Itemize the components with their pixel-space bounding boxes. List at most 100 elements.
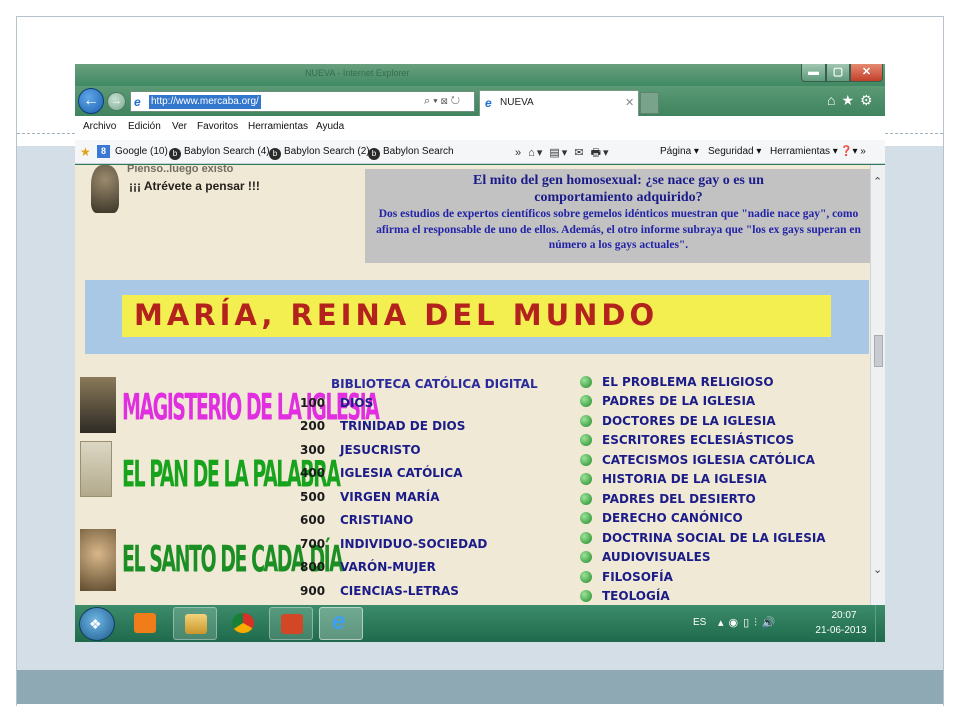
- biblioteca-item[interactable]: 200 TRINIDAD DE DIOS: [300, 419, 465, 433]
- close-button[interactable]: ✕: [850, 64, 883, 82]
- category-item[interactable]: DOCTORES DE LA IGLESIA: [580, 414, 776, 428]
- window-title: NUEVA - Internet Explorer: [305, 68, 410, 78]
- google-icon: 8: [97, 145, 110, 158]
- menu-archivo[interactable]: Archivo: [83, 121, 116, 132]
- taskbar-media-player[interactable]: [123, 607, 167, 640]
- santo-dia-image[interactable]: [80, 529, 116, 591]
- biblioteca-item[interactable]: 700 INDIVIDUO-SOCIEDAD: [300, 537, 487, 551]
- thinker-link[interactable]: ¡¡¡ Atrévete a pensar !!!: [129, 179, 260, 193]
- ie-page-icon: e: [134, 95, 141, 109]
- fav-label: Babylon Search: [383, 146, 454, 157]
- screenshot-window: NUEVA - Internet Explorer ▬ ▢ ✕ ← → e ht…: [75, 64, 885, 642]
- biblioteca-item[interactable]: 100 DIOS: [300, 396, 373, 410]
- green-bullet-icon: [580, 512, 592, 524]
- back-button[interactable]: ←: [78, 88, 104, 114]
- scroll-thumb[interactable]: [874, 335, 883, 367]
- category-item[interactable]: AUDIOVISUALES: [580, 550, 711, 564]
- taskbar-powerpoint[interactable]: [269, 607, 313, 640]
- slide-frame-top: [16, 16, 944, 17]
- banner[interactable]: MARÍA, REINA DEL MUNDO: [85, 280, 869, 354]
- biblioteca-item[interactable]: 600 CRISTIANO: [300, 513, 413, 527]
- address-input[interactable]: http://www.mercaba.org/: [149, 95, 261, 109]
- green-bullet-icon: [580, 532, 592, 544]
- category-item[interactable]: DOCTRINA SOCIAL DE LA IGLESIA: [580, 531, 826, 545]
- green-bullet-icon: [580, 415, 592, 427]
- window-titlebar: NUEVA - Internet Explorer ▬ ▢ ✕: [75, 64, 885, 86]
- tab-nueva[interactable]: e NUEVA ✕: [479, 90, 639, 116]
- fav-babylon-4[interactable]: b Babylon Search (4): [169, 146, 270, 160]
- taskbar-chrome[interactable]: [221, 607, 265, 640]
- category-item[interactable]: EL PROBLEMA RELIGIOSO: [580, 375, 774, 389]
- green-bullet-icon: [580, 434, 592, 446]
- pan-palabra-image[interactable]: [80, 441, 112, 497]
- biblioteca-header[interactable]: BIBLIOTECA CATÓLICA DIGITAL: [331, 377, 538, 391]
- category-item[interactable]: PADRES DEL DESIERTO: [580, 492, 756, 506]
- web-page-content: Pienso..luego existo ¡¡¡ Atrévete a pens…: [75, 165, 870, 605]
- scroll-up-icon[interactable]: ⌃: [873, 175, 882, 188]
- help-icon[interactable]: ❓▾ »: [840, 146, 866, 157]
- chrome-icon: [232, 613, 254, 633]
- green-bullet-icon: [580, 376, 592, 388]
- category-item[interactable]: PADRES DE LA IGLESIA: [580, 394, 755, 408]
- home-favorites-settings-icons[interactable]: ⌂★⚙: [827, 92, 879, 109]
- vertical-scrollbar[interactable]: ⌃ ⌄: [870, 165, 885, 605]
- green-bullet-icon: [580, 590, 592, 602]
- news-title[interactable]: El mito del gen homosexual: ¿se nace gay…: [365, 172, 870, 206]
- menu-favoritos[interactable]: Favoritos: [197, 121, 238, 132]
- fav-google[interactable]: Google (10): [115, 146, 168, 157]
- start-button[interactable]: ❖: [79, 607, 115, 641]
- category-item[interactable]: CATECISMOS IGLESIA CATÓLICA: [580, 453, 815, 467]
- scroll-down-icon[interactable]: ⌄: [873, 563, 882, 576]
- folder-icon: [185, 614, 207, 634]
- command-bar-icons[interactable]: » ⌂▾ ▤▾ ✉ 🖶▾: [515, 144, 611, 163]
- arrow-right-icon: →: [111, 95, 122, 107]
- fav-babylon[interactable]: b Babylon Search: [368, 146, 454, 160]
- tab-close-icon[interactable]: ✕: [625, 96, 634, 109]
- tray-time[interactable]: 20:07: [819, 610, 869, 621]
- taskbar-explorer[interactable]: [173, 607, 217, 640]
- favorites-star-icon[interactable]: ★: [80, 145, 91, 159]
- menu-ayuda[interactable]: Ayuda: [316, 121, 344, 132]
- category-item[interactable]: ESCRITORES ECLESIÁSTICOS: [580, 433, 794, 447]
- forward-button[interactable]: →: [107, 92, 126, 111]
- arrow-left-icon: ←: [83, 92, 99, 109]
- news-box[interactable]: El mito del gen homosexual: ¿se nace gay…: [365, 169, 870, 263]
- menu-herramientas-cmd[interactable]: Herramientas ▾: [770, 146, 838, 157]
- biblioteca-item[interactable]: 400 IGLESIA CATÓLICA: [300, 466, 462, 480]
- menu-pagina[interactable]: Página ▾: [660, 146, 699, 157]
- tray-date[interactable]: 21-06-2013: [811, 625, 871, 636]
- category-item[interactable]: HISTORIA DE LA IGLESIA: [580, 472, 767, 486]
- menu-seguridad[interactable]: Seguridad ▾: [708, 146, 761, 157]
- biblioteca-item[interactable]: 500 VIRGEN MARÍA: [300, 490, 439, 504]
- new-tab-button[interactable]: [640, 92, 659, 114]
- magisterio-image[interactable]: [80, 377, 116, 433]
- tray-icons[interactable]: ▴◉▯⫶🔊: [718, 616, 781, 630]
- thinker-caption-cut: Pienso..luego existo: [127, 165, 234, 175]
- menu-ver[interactable]: Ver: [172, 121, 187, 132]
- babylon-icon: b: [169, 148, 181, 160]
- taskbar-internet-explorer[interactable]: e: [319, 607, 363, 640]
- minimize-button[interactable]: ▬: [801, 64, 826, 82]
- maximize-button[interactable]: ▢: [826, 64, 850, 82]
- biblioteca-item[interactable]: 900 CIENCIAS-LETRAS: [300, 584, 459, 598]
- category-item[interactable]: FILOSOFÍA: [580, 570, 673, 584]
- address-tools-icons[interactable]: ⌕▾⊠↻: [424, 95, 463, 108]
- category-item[interactable]: DERECHO CANÓNICO: [580, 511, 743, 525]
- babylon-icon: b: [368, 148, 380, 160]
- slide-background: NUEVA - Internet Explorer ▬ ▢ ✕ ← → e ht…: [0, 0, 960, 720]
- fav-label: Babylon Search (4): [184, 146, 270, 157]
- slide-frame-right: [943, 16, 944, 706]
- biblioteca-item[interactable]: 800 VARÓN-MUJER: [300, 560, 436, 574]
- category-item[interactable]: TEOLOGÍA: [580, 589, 670, 603]
- green-bullet-icon: [580, 571, 592, 583]
- address-bar[interactable]: e http://www.mercaba.org/ ⌕▾⊠↻: [130, 91, 475, 112]
- green-bullet-icon: [580, 454, 592, 466]
- babylon-icon: b: [269, 148, 281, 160]
- fav-babylon-2[interactable]: b Babylon Search (2): [269, 146, 370, 160]
- favorites-bar: ★ 8 Google (10) b Babylon Search (4) b Bab…: [75, 140, 885, 164]
- menu-herramientas[interactable]: Herramientas: [248, 121, 308, 132]
- menu-edicion[interactable]: Edición: [128, 121, 161, 132]
- tray-language[interactable]: ES: [693, 617, 706, 628]
- biblioteca-item[interactable]: 300 JESUCRISTO: [300, 443, 421, 457]
- show-desktop-button[interactable]: [875, 605, 885, 642]
